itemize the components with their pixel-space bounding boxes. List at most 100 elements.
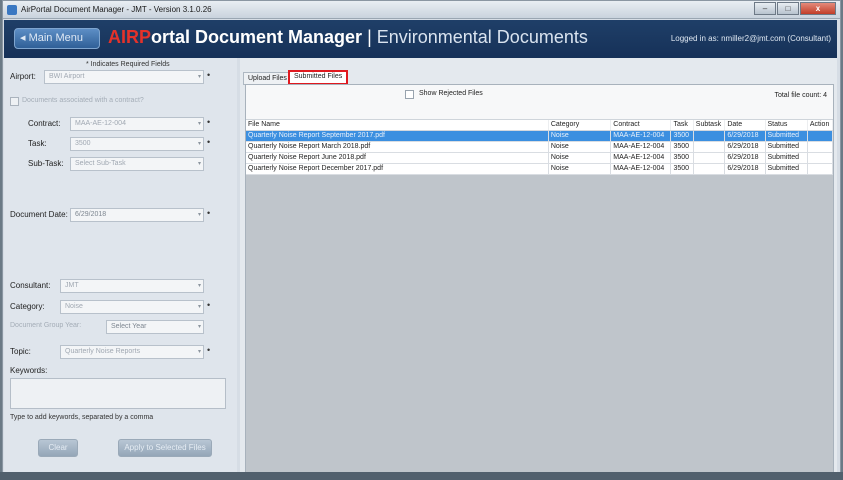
files-table: File Name Category Contract Task Subtask… <box>246 120 834 175</box>
subtask-label: Sub-Task: <box>28 159 64 168</box>
app-icon <box>7 4 17 15</box>
cell-category: Noise <box>548 152 612 164</box>
table-row[interactable]: Quarterly Noise Report March 2018.pdf No… <box>246 141 834 153</box>
document-date-label: Document Date: <box>10 210 68 219</box>
cell-category: Noise <box>548 163 612 175</box>
cell-file-name: Quarterly Noise Report September 2017.pd… <box>246 130 549 142</box>
close-button[interactable]: x <box>800 2 836 15</box>
category-select[interactable]: Noise ▾ <box>60 300 204 314</box>
table-row[interactable]: Quarterly Noise Report June 2018.pdf Noi… <box>246 152 834 164</box>
column-contract[interactable]: Contract <box>610 120 672 131</box>
cell-subtask <box>693 130 726 142</box>
cell-status: Submitted <box>765 141 808 153</box>
app-title: AIRPortal Document Manager | Environment… <box>108 27 588 48</box>
cell-contract: MAA-AE-12-004 <box>610 152 672 164</box>
chevron-down-icon: ▾ <box>197 121 201 127</box>
app-title-section: Environmental Documents <box>376 27 588 47</box>
required-fields-note: * Indicates Required Fields <box>86 61 170 68</box>
contract-label: Contract: <box>28 119 61 128</box>
airport-value: BWI Airport <box>49 73 85 80</box>
table-row[interactable]: Quarterly Noise Report September 2017.pd… <box>246 130 834 142</box>
cell-category: Noise <box>548 130 612 142</box>
cell-task: 3500 <box>670 163 694 175</box>
required-marker: • <box>207 300 211 310</box>
group-year-value: Select Year <box>111 323 147 330</box>
chevron-down-icon: ▾ <box>197 74 201 80</box>
cell-status: Submitted <box>765 130 808 142</box>
required-marker: • <box>207 345 211 355</box>
document-date-value: 6/29/2018 <box>75 211 107 218</box>
contract-select[interactable]: MAA-AE-12-004 ▾ <box>70 117 204 131</box>
keywords-label: Keywords: <box>10 366 48 375</box>
column-subtask[interactable]: Subtask <box>693 120 726 131</box>
consultant-label: Consultant: <box>10 281 51 290</box>
topic-label: Topic: <box>10 347 31 356</box>
list-toolbar: Show Rejected Files Total file count: 4 <box>246 85 833 120</box>
contract-checkbox-label: Documents associated with a contract? <box>22 97 144 104</box>
consultant-value: JMT <box>65 282 79 289</box>
apply-to-selected-button[interactable]: Apply to Selected Files <box>118 439 212 457</box>
task-value: 3500 <box>75 140 91 147</box>
app-title-separator: | <box>362 27 377 47</box>
column-category[interactable]: Category <box>548 120 612 131</box>
chevron-down-icon: ▾ <box>197 141 201 147</box>
cell-action[interactable] <box>807 152 834 164</box>
chevron-down-icon: ▾ <box>197 283 201 289</box>
consultant-select[interactable]: JMT ▾ <box>60 279 204 293</box>
cell-date: 6/29/2018 <box>724 163 766 175</box>
keywords-input[interactable] <box>10 378 226 409</box>
cell-date: 6/29/2018 <box>724 141 766 153</box>
cell-date: 6/29/2018 <box>724 130 766 142</box>
topic-value: Quarterly Noise Reports <box>65 348 141 355</box>
chevron-down-icon: ▾ <box>197 304 201 310</box>
column-action[interactable]: Action <box>807 120 834 131</box>
cell-date: 6/29/2018 <box>724 152 766 164</box>
document-date-picker[interactable]: 6/29/2018 ▾ <box>70 208 204 222</box>
column-file-name[interactable]: File Name <box>246 120 549 131</box>
table-header-row: File Name Category Contract Task Subtask… <box>246 120 834 131</box>
taskbar-strip <box>0 472 843 480</box>
maximize-button[interactable]: □ <box>777 2 799 15</box>
required-marker: • <box>207 70 211 80</box>
group-year-select[interactable]: Select Year ▾ <box>106 320 204 334</box>
main-menu-button[interactable]: ◂ Main Menu <box>14 28 100 49</box>
show-rejected-checkbox[interactable] <box>405 90 414 99</box>
window-titlebar: AirPortal Document Manager - JMT - Versi… <box>3 1 840 19</box>
cell-task: 3500 <box>670 152 694 164</box>
column-date[interactable]: Date <box>724 120 766 131</box>
topic-select[interactable]: Quarterly Noise Reports ▾ <box>60 345 204 359</box>
column-status[interactable]: Status <box>765 120 808 131</box>
task-label: Task: <box>28 139 47 148</box>
app-title-logo: AIRP <box>108 27 152 47</box>
clear-button[interactable]: Clear <box>38 439 78 457</box>
table-row[interactable]: Quarterly Noise Report December 2017.pdf… <box>246 163 834 175</box>
required-marker: • <box>207 208 211 218</box>
keywords-hint: Type to add keywords, separated by a com… <box>10 414 154 421</box>
task-select[interactable]: 3500 ▾ <box>70 137 204 151</box>
cell-subtask <box>693 152 726 164</box>
chevron-down-icon: ▾ <box>197 161 201 167</box>
cell-action[interactable] <box>807 141 834 153</box>
airport-select[interactable]: BWI Airport ▾ <box>44 70 204 84</box>
column-task[interactable]: Task <box>670 120 694 131</box>
cell-subtask <box>693 141 726 153</box>
category-label: Category: <box>10 302 45 311</box>
cell-task: 3500 <box>670 130 694 142</box>
document-form-panel: * Indicates Required Fields Airport: BWI… <box>4 58 237 472</box>
category-value: Noise <box>65 303 83 310</box>
window-title: AirPortal Document Manager - JMT - Versi… <box>21 5 212 14</box>
minimize-button[interactable]: – <box>754 2 776 15</box>
contract-checkbox[interactable] <box>10 97 19 106</box>
cell-file-name: Quarterly Noise Report December 2017.pdf <box>246 163 549 175</box>
cell-action[interactable] <box>807 130 834 142</box>
cell-subtask <box>693 163 726 175</box>
tab-submitted-files[interactable]: Submitted Files <box>288 70 349 85</box>
required-marker: • <box>207 117 211 127</box>
chevron-down-icon: ▾ <box>197 349 201 355</box>
cell-contract: MAA-AE-12-004 <box>610 141 672 153</box>
logged-in-status: Logged in as: nmiller2@jmt.com (Consulta… <box>670 34 831 43</box>
airport-label: Airport: <box>10 72 36 81</box>
cell-action[interactable] <box>807 163 834 175</box>
subtask-select[interactable]: Select Sub-Task ▾ <box>70 157 204 171</box>
cell-file-name: Quarterly Noise Report March 2018.pdf <box>246 141 549 153</box>
